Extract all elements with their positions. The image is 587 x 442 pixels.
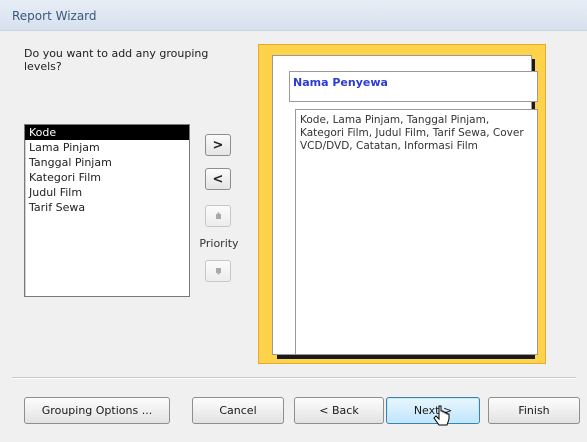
group-header-box: Nama Penyewa [289, 71, 538, 102]
field-item-kode[interactable]: Kode [25, 125, 189, 140]
priority-label: Priority [199, 237, 239, 250]
back-button[interactable]: < Back [294, 397, 384, 424]
field-item-tarif-sewa[interactable]: Tarif Sewa [25, 200, 189, 215]
available-fields-list[interactable]: Kode Lama Pinjam Tanggal Pinjam Kategori… [24, 124, 190, 297]
remove-arrow-icon: < [212, 171, 224, 187]
detail-fields-box: Kode, Lama Pinjam, Tanggal Pinjam, Kateg… [295, 109, 538, 355]
add-grouping-button[interactable]: > [205, 134, 231, 156]
mouse-cursor-icon [433, 405, 450, 426]
field-item-kategori-film[interactable]: Kategori Film [25, 170, 189, 185]
up-arrow-icon [215, 212, 221, 219]
priority-up-button[interactable] [205, 205, 231, 227]
field-item-judul-film[interactable]: Judul Film [25, 185, 189, 200]
add-arrow-icon: > [212, 137, 224, 153]
report-preview: Nama Penyewa Kode, Lama Pinjam, Tanggal … [258, 44, 546, 364]
group-header-field: Nama Penyewa [293, 76, 388, 89]
grouping-options-button[interactable]: Grouping Options ... [24, 397, 170, 424]
remove-grouping-button[interactable]: < [205, 168, 231, 190]
preview-page: Nama Penyewa Kode, Lama Pinjam, Tanggal … [272, 55, 538, 355]
field-item-lama-pinjam[interactable]: Lama Pinjam [25, 140, 189, 155]
field-item-tanggal-pinjam[interactable]: Tanggal Pinjam [25, 155, 189, 170]
window-title: Report Wizard [12, 9, 97, 23]
cancel-button[interactable]: Cancel [192, 397, 284, 424]
finish-button[interactable]: Finish [488, 397, 580, 424]
priority-down-button[interactable] [205, 260, 231, 282]
report-wizard-window: Report Wizard Do you want to add any gro… [0, 0, 587, 442]
button-separator [12, 377, 576, 379]
title-bar: Report Wizard [0, 0, 587, 31]
detail-fields-text: Kode, Lama Pinjam, Tanggal Pinjam, Kateg… [300, 114, 524, 152]
grouping-prompt: Do you want to add any grouping levels? [24, 47, 209, 73]
down-arrow-icon [215, 268, 221, 275]
